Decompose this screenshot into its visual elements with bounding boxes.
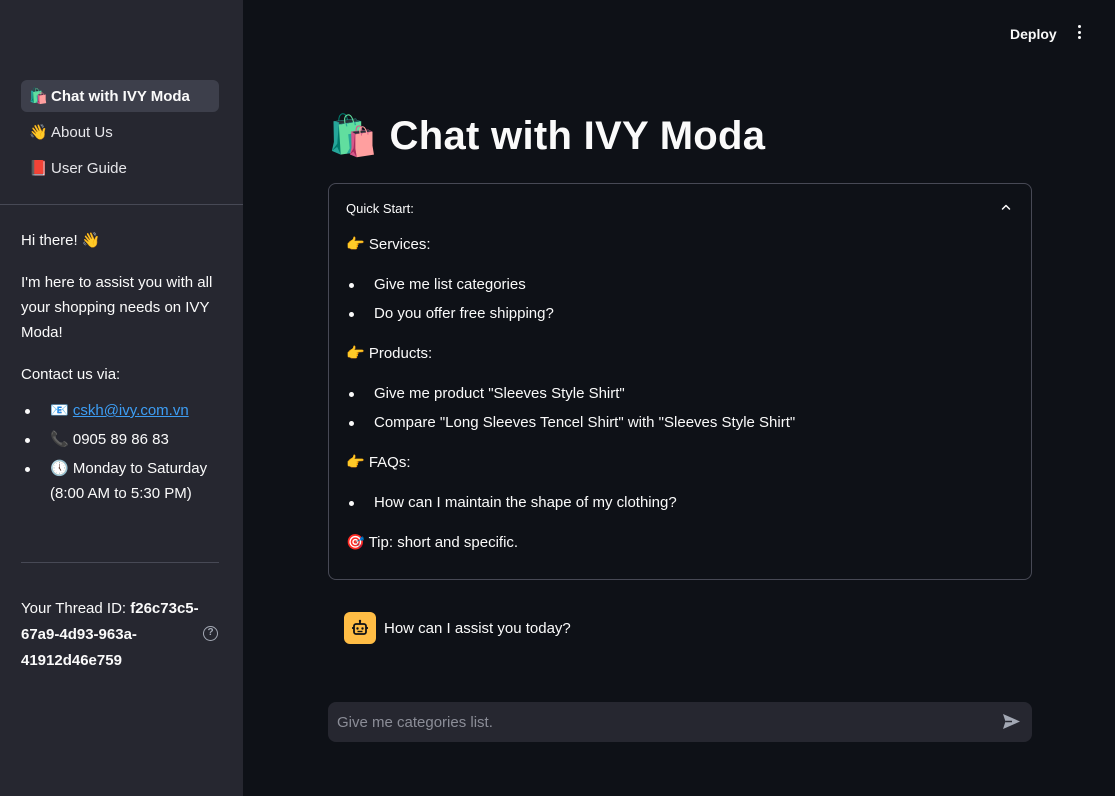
phone-text: 0905 89 86 83 [72,431,169,448]
intro-text: I'm here to assist you with all your sho… [21,274,213,341]
clock-icon: 🕔 [50,460,69,477]
page-title-text: Chat with IVY Moda [389,114,766,158]
list-item: How can I maintain the shape of my cloth… [346,490,1016,515]
products-list: Give me product "Sleeves Style Shirt" Co… [346,381,1016,435]
deploy-button[interactable]: Deploy [1010,26,1057,42]
email-link[interactable]: cskh@ivy.com.vn [73,402,189,419]
list-item: Do you offer free shipping? [346,301,1016,326]
thread-id-block: Your Thread ID: f26c73c5-67a9-4d93-963a-… [21,596,201,674]
book-icon: 📕 [29,160,48,177]
contact-email: 📧 cskh@ivy.com.vn [21,398,221,423]
contact-heading: Contact us via: [21,366,121,383]
services-list: Give me list categories Do you offer fre… [346,272,1016,326]
sidebar-divider [0,204,243,205]
chevron-up-icon[interactable] [1001,202,1011,212]
assistant-message: How can I assist you today? [344,612,571,644]
page-title: 🛍️ Chat with IVY Moda [328,112,765,159]
chat-input[interactable] [328,702,1032,742]
quick-start-expander: Quick Start: 👉 Services: Give me list ca… [328,183,1032,580]
waving-hand-icon: 👋 [29,124,48,141]
tip-text: 🎯 Tip: short and specific. [346,534,519,551]
kebab-menu-icon[interactable] [1073,25,1085,43]
expander-body: 👉 Services: Give me list categories Do y… [346,232,1016,555]
bot-avatar [344,612,376,644]
faqs-list: How can I maintain the shape of my cloth… [346,490,1016,515]
faqs-heading: 👉 FAQs: [346,454,411,471]
nav-item-label: About Us [51,123,113,141]
products-heading: 👉 Products: [346,345,433,362]
contact-hours: 🕔 Monday to Saturday (8:00 AM to 5:30 PM… [21,456,221,506]
thread-label: Your Thread ID: [21,600,127,617]
contact-phone: 📞 0905 89 86 83 [21,427,221,452]
nav-item-user-guide[interactable]: 📕 User Guide [21,152,219,184]
shopping-bags-icon: 🛍️ [29,88,48,105]
list-item: Compare "Long Sleeves Tencel Shirt" with… [346,410,1016,435]
nav-item-label: User Guide [51,159,127,177]
sidebar-divider [21,562,219,563]
contact-list: 📧 cskh@ivy.com.vn 📞 0905 89 86 83 🕔 Mond… [21,398,221,506]
nav-item-chat[interactable]: 🛍️ Chat with IVY Moda [21,80,219,112]
hours-text: Monday to Saturday (8:00 AM to 5:30 PM) [50,460,208,502]
sidebar-info: Hi there! 👋 I'm here to assist you with … [21,228,221,510]
sidebar: 🛍️ Chat with IVY Moda 👋 About Us 📕 User … [0,0,243,796]
services-heading: 👉 Services: [346,236,431,253]
email-icon: 📧 [50,402,69,419]
greeting-text: Hi there! 👋 [21,232,101,249]
assistant-message-text: How can I assist you today? [384,619,571,637]
robot-icon [352,619,368,635]
send-icon[interactable] [1002,713,1021,730]
nav-item-about-us[interactable]: 👋 About Us [21,116,219,148]
nav-item-label: Chat with IVY Moda [51,87,190,105]
shopping-bags-icon: 🛍️ [328,114,379,158]
phone-icon: 📞 [50,431,69,448]
expander-header[interactable]: Quick Start: [346,201,414,216]
help-icon[interactable]: ? [203,626,218,641]
list-item: Give me list categories [346,272,1016,297]
list-item: Give me product "Sleeves Style Shirt" [346,381,1016,406]
sidebar-nav: 🛍️ Chat with IVY Moda 👋 About Us 📕 User … [21,80,219,188]
